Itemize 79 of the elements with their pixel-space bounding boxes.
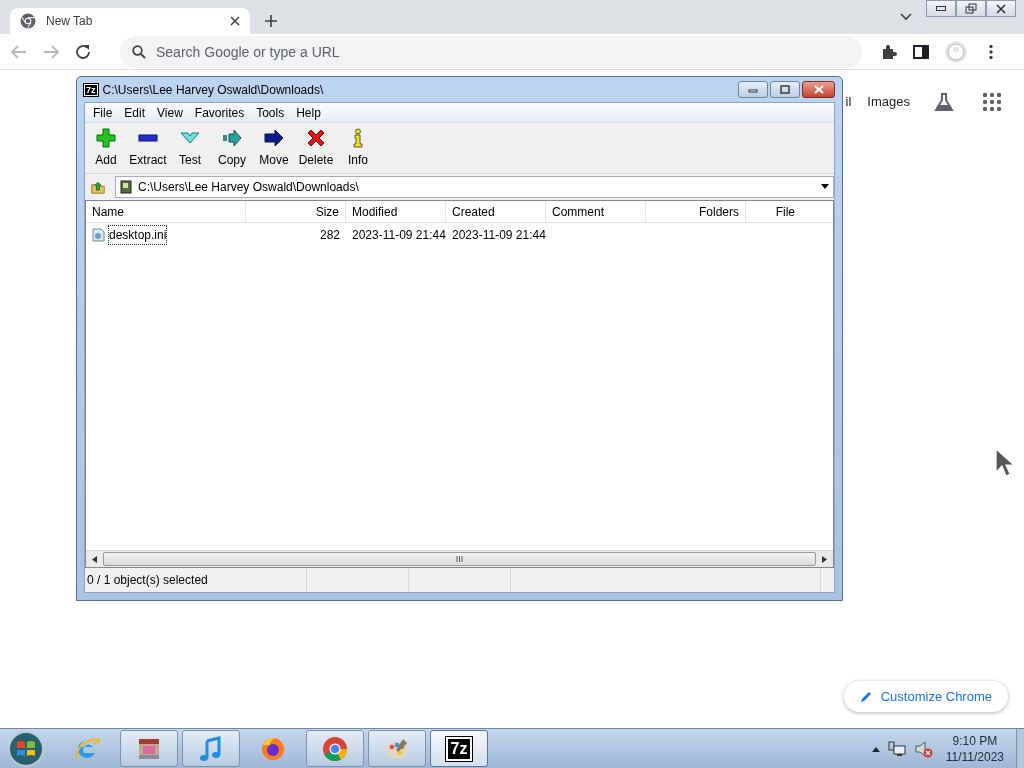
column-header[interactable]: Comment [546,201,646,222]
network-icon[interactable] [887,740,906,757]
caret-icon [821,184,829,189]
flask-icon[interactable] [934,92,954,112]
scroll-left-icon[interactable] [92,555,97,563]
plus-icon [96,127,116,148]
volume-muted-icon[interactable] [913,739,934,758]
toolbar-button[interactable]: Delete [295,127,337,169]
caret-icon[interactable] [900,13,912,21]
close-button[interactable] [986,0,1016,17]
start-icon[interactable] [6,729,46,768]
cursor-icon [995,448,1015,478]
column-header[interactable]: File [746,201,795,222]
customize-button[interactable]: Customize Chrome [843,680,1008,712]
puzzle-icon[interactable] [880,42,898,61]
toolbar-button[interactable]: Add [85,127,127,169]
taskbar-button[interactable] [182,730,240,767]
menu-item[interactable]: Edit [118,103,152,122]
settings-file-icon [92,228,105,242]
delete-icon [306,127,326,148]
taskbar-button[interactable] [306,730,364,767]
drive-icon [120,179,132,194]
maximize-icon [779,85,791,94]
apps-grid-icon[interactable] [982,92,1002,112]
new-tab-icon[interactable] [264,14,278,28]
created-date: 2023-11-09 21:44 [452,228,546,242]
column-header[interactable]: Size [246,201,346,222]
toolbar-button[interactable]: Move [253,127,295,169]
grip-icon [456,556,463,562]
taskbar-button[interactable]: 7z [430,730,488,767]
close-icon [994,2,1008,15]
file-name[interactable]: desktop.ini [109,226,167,244]
window-title: C:\Users\Lee Harvey Oswald\Downloads\ [102,81,324,99]
horizontal-scrollbar[interactable] [86,550,833,567]
maximize-button[interactable] [770,81,800,98]
clock-time[interactable]: 9:10 PM [945,732,1004,749]
header-link[interactable]: Images [867,92,910,112]
column-header[interactable]: Modified [346,201,446,222]
menu-item[interactable]: View [151,103,189,122]
tab-title: New Tab [46,13,94,30]
column-header[interactable]: Created [446,201,546,222]
column-header[interactable]: Folders [646,201,746,222]
taskbar-button[interactable] [368,730,426,767]
toolbar-button[interactable]: Copy [211,127,253,169]
side-panel-icon[interactable] [912,42,930,61]
menu-item[interactable]: Tools [250,103,291,122]
browser-tab[interactable]: New Tab [10,8,250,34]
menu-item[interactable]: Favorites [188,103,251,122]
minimize-icon [936,6,946,11]
header-link[interactable]: il [845,92,852,112]
close-icon [812,85,825,94]
taskbar-button[interactable] [120,730,178,767]
path-combobox[interactable]: C:\Users\Lee Harvey Oswald\Downloads\ [115,175,834,198]
chrome-icon [20,13,36,29]
pencil-icon [859,689,873,703]
toolbar-button[interactable]: Test [169,127,211,169]
chrome-icon [321,734,349,763]
copy-arrow-icon [222,127,242,148]
modified-date: 2023-11-09 21:44 [352,228,446,242]
close-button[interactable] [802,81,835,98]
tray-expand-icon[interactable] [871,745,880,752]
restore-icon [964,2,978,15]
app-logo: 7z [84,83,98,96]
toolbar-button[interactable]: Extract [127,127,169,169]
app-logo: 7z [445,736,473,761]
clock-date[interactable]: 11/11/2023 [945,748,1004,765]
file-size: 282 [319,228,340,242]
scroll-right-icon[interactable] [822,555,827,563]
toolbar-button[interactable]: Info [337,127,379,169]
menu-item[interactable]: File [87,103,119,122]
restore-button[interactable] [956,0,986,17]
status-text: 0 / 1 object(s) selected [87,572,208,589]
column-header[interactable]: Name [86,201,246,222]
address-field[interactable]: Search Google or type a URL [120,35,862,68]
reload-icon[interactable] [74,42,92,61]
close-icon[interactable] [230,16,240,26]
arrow-icon [264,127,284,148]
menu-item[interactable]: Help [290,103,327,122]
minimize-button[interactable] [926,0,956,17]
